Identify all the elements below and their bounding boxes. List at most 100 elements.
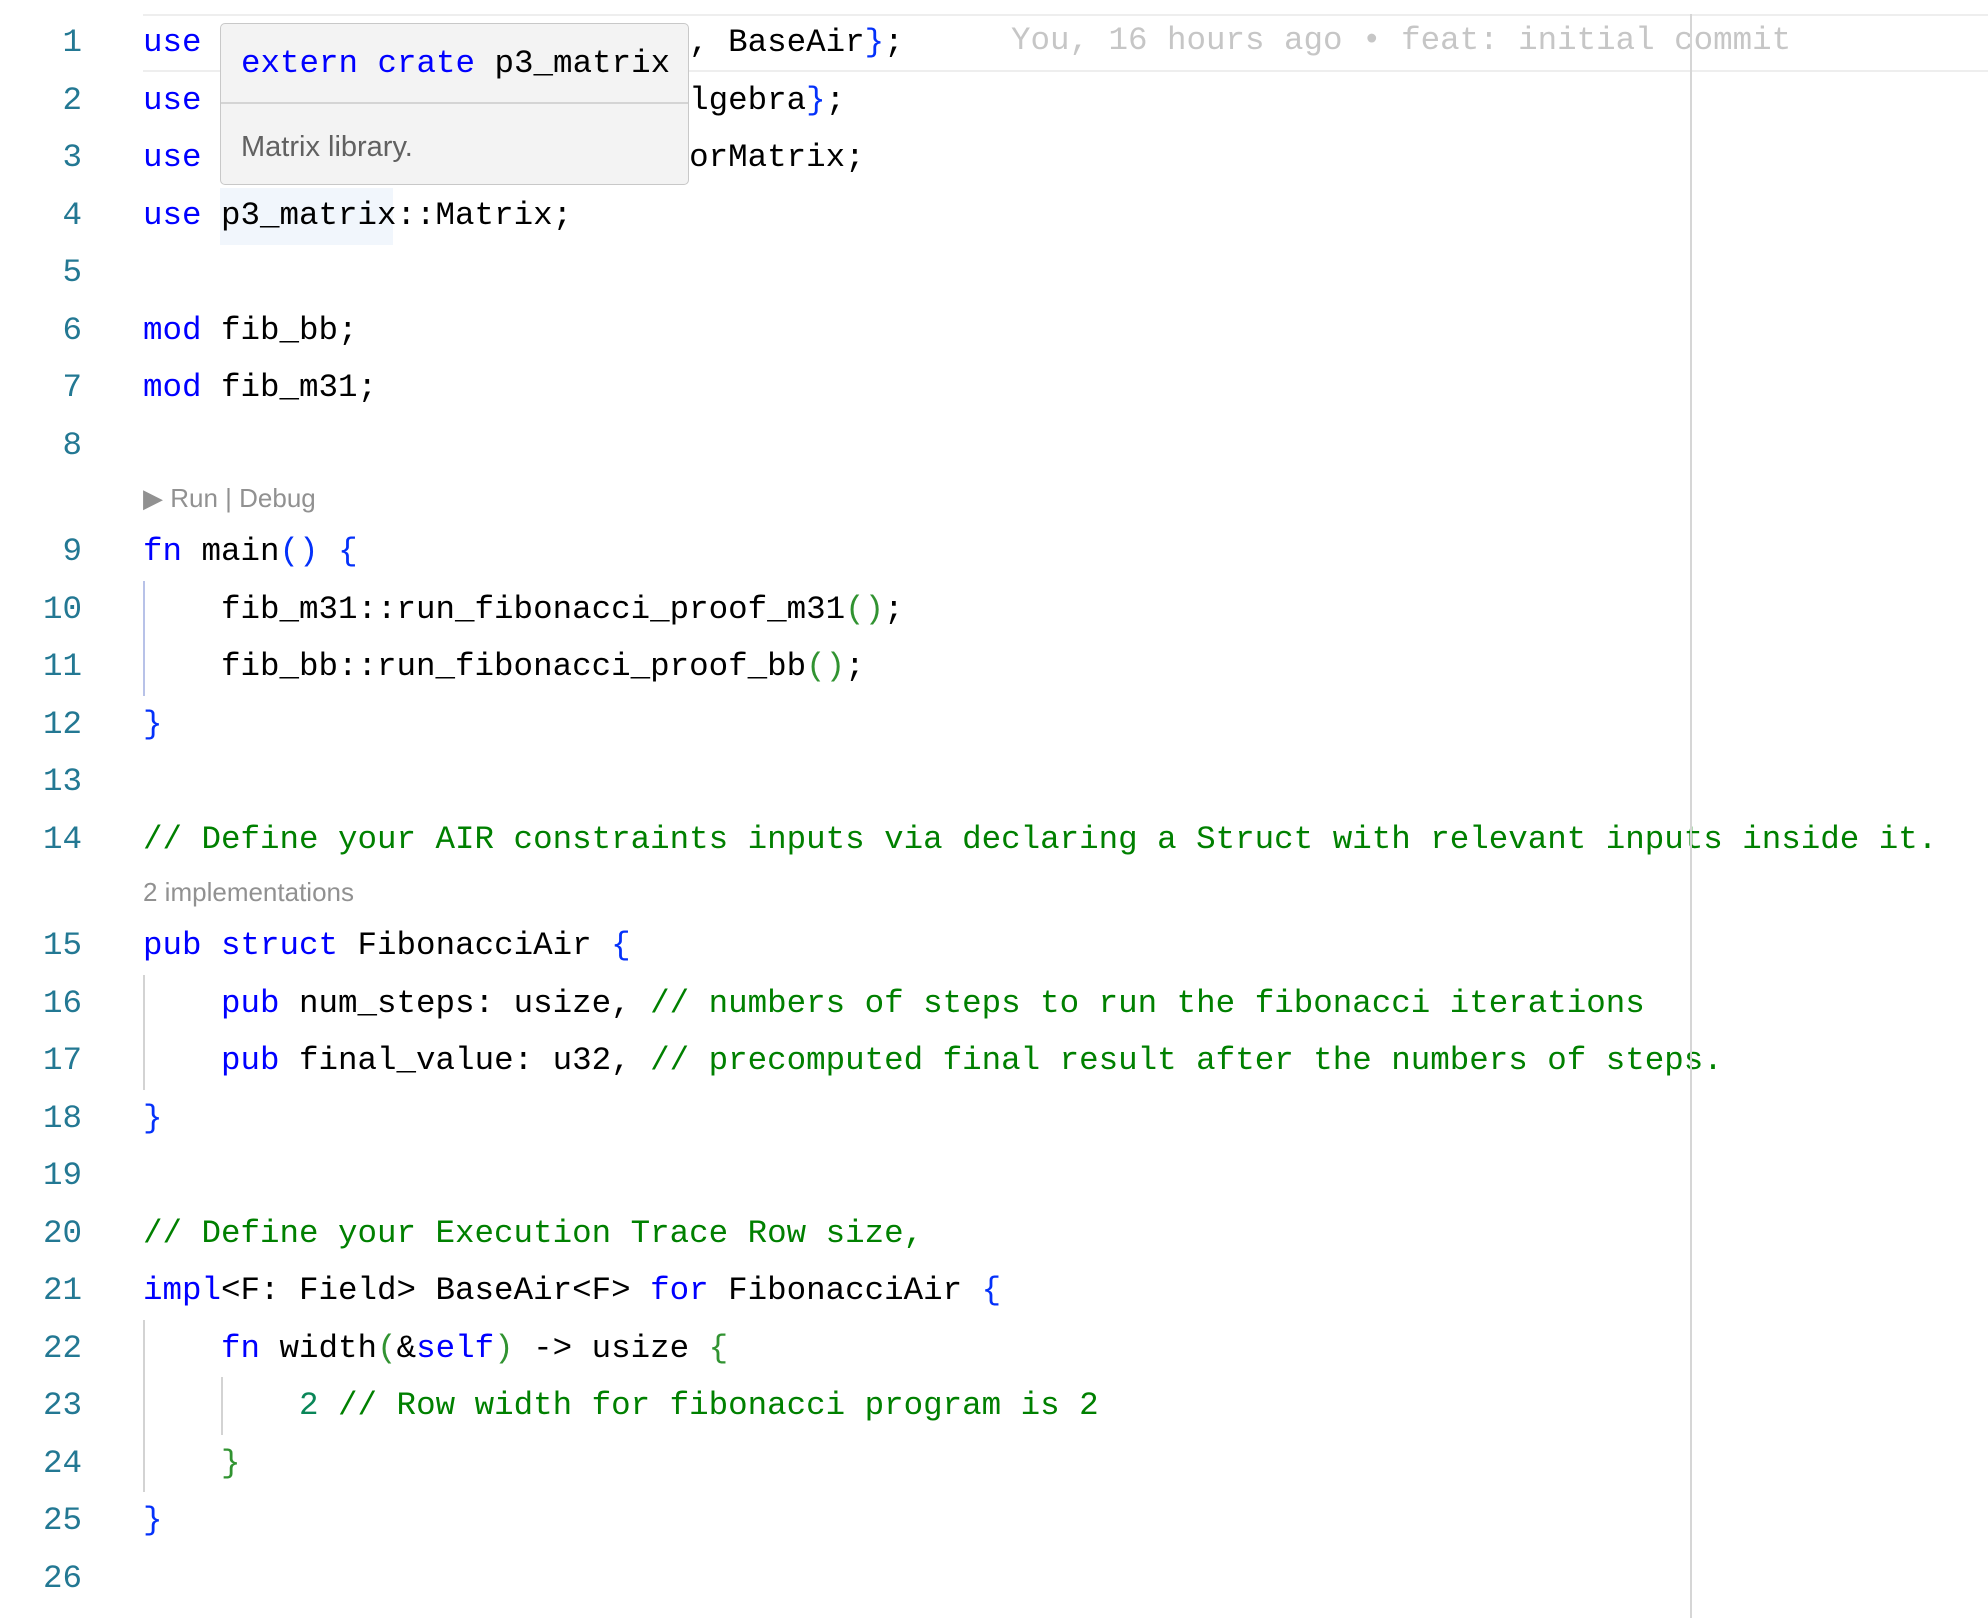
line-number: 24 (42, 1444, 82, 1482)
codelens-actions[interactable]: 2 implementations (143, 868, 354, 917)
line-number: 6 (62, 311, 82, 349)
code-token: // Define your Execution Trace Row size, (143, 1214, 924, 1252)
code-token: pub (221, 984, 280, 1022)
line-code: } (143, 1090, 163, 1148)
code-token: -> usize (513, 1329, 709, 1367)
line-code: fn width(&self) -> usize { (143, 1320, 728, 1378)
code-token: } (864, 24, 885, 61)
code-token: pub (221, 1042, 280, 1079)
code-token: & (396, 1329, 417, 1367)
indent-guide (221, 1377, 223, 1435)
code-token: use (143, 196, 202, 234)
indent-guide (143, 580, 145, 696)
code-token: ( (377, 1329, 397, 1367)
code-token: FibonacciAir (338, 927, 612, 964)
code-token: ; (884, 590, 904, 628)
code-editor[interactable]: 1 use , BaseAir}; 2 use lgebra}; 3 use orMatr… (0, 0, 1988, 1618)
code-token: } (143, 705, 163, 743)
line-code: mod fib_bb; (143, 302, 358, 360)
codelens-actions[interactable]: ▶ Run | Debug (143, 474, 316, 523)
code-token: 2 (299, 1387, 319, 1424)
tooltip-token: p3_matrix (475, 45, 671, 82)
code-token: fib_bb::run_fibonacci_proof_bb (143, 648, 807, 685)
line-number: 16 (42, 984, 82, 1022)
code-token: ; (884, 24, 904, 61)
code-token: ; (825, 81, 846, 119)
code-token: fib_m31::run_fibonacci_proof_m31 (143, 590, 846, 628)
code-token: } (221, 1444, 241, 1482)
code-token: use (143, 81, 202, 119)
code-token: self (416, 1329, 495, 1367)
code-token: ; (845, 648, 865, 685)
line-number: 9 (62, 533, 82, 570)
line-code: } (143, 696, 163, 754)
line-number: 1 (62, 24, 82, 61)
tooltip-token: extern crate (241, 45, 476, 82)
line-number: 15 (42, 927, 82, 964)
code-token: final_value: u32, (279, 1042, 651, 1079)
line-number: 13 (42, 763, 82, 800)
line-code: // Define your Execution Trace Row size, (143, 1205, 923, 1263)
line-number: 20 (42, 1214, 82, 1252)
line-number: 26 (42, 1559, 82, 1597)
line-code: } (143, 1435, 241, 1493)
line-number: 5 (62, 254, 82, 291)
code-token: fib_bb; (201, 311, 358, 349)
line-number: 23 (42, 1387, 82, 1424)
code-token: // precomputed final result after the nu… (650, 1042, 1723, 1079)
code-token: { (338, 533, 358, 570)
line-number: 18 (42, 1099, 82, 1137)
code-token: width (260, 1329, 378, 1367)
line-code: 2 // Row width for fibonacci program is … (143, 1377, 1099, 1435)
line-number: 17 (42, 1042, 82, 1079)
code-token: fn (221, 1329, 261, 1367)
code-token: mod (143, 369, 202, 406)
line-number: 14 (42, 820, 82, 858)
tooltip-signature: extern crate p3_matrix (241, 36, 670, 92)
indent-guide (143, 1319, 145, 1492)
code-token: FibonacciAir (708, 1272, 982, 1309)
code-token: () (845, 590, 885, 628)
code-token: } (806, 81, 826, 119)
line-number: 19 (42, 1157, 82, 1194)
hover-tooltip: extern crate p3_matrix Matrix library. (220, 23, 689, 185)
code-token: p3_matrix::Matrix; (201, 196, 573, 234)
code-token: use (143, 24, 202, 61)
line-code: fib_bb::run_fibonacci_proof_bb(); (143, 638, 865, 696)
line-number: 2 (62, 81, 82, 119)
code-token: } (143, 1502, 163, 1539)
code-token: { (708, 1329, 729, 1367)
code-token: fib_m31; (201, 369, 378, 406)
code-token: () (806, 648, 846, 685)
code-token: ) (494, 1329, 514, 1367)
code-token: main (182, 533, 280, 570)
line-code: } (143, 1492, 163, 1550)
code-token: } (143, 1099, 163, 1137)
line-code: pub num_steps: usize, // numbers of step… (143, 975, 1645, 1033)
line-number: 7 (62, 369, 82, 406)
tooltip-doc: Matrix library. (241, 131, 413, 163)
line-number: 3 (62, 139, 82, 176)
line-number: 22 (42, 1329, 82, 1367)
line-number: 4 (62, 196, 82, 234)
code-token: num_steps: usize, (279, 984, 651, 1022)
line-number: 21 (42, 1272, 82, 1309)
line-code: pub final_value: u32, // precomputed fin… (143, 1032, 1723, 1090)
code-token: <F: Field> BaseAir<F> (221, 1272, 651, 1309)
code-token: // Row width for fibonacci program is 2 (318, 1387, 1099, 1424)
code-token: pub struct (143, 927, 339, 964)
code-token: for (650, 1272, 709, 1309)
code-token: { (611, 927, 631, 964)
tooltip-divider (221, 102, 688, 104)
code-token: mod (143, 311, 202, 349)
editor-ruler (1690, 14, 1692, 1618)
code-token: { (981, 1272, 1002, 1309)
code-token: fn (143, 533, 183, 570)
line-code: mod fib_m31; (143, 359, 377, 417)
line-number: 12 (42, 705, 82, 743)
code-token: impl (143, 1272, 222, 1309)
